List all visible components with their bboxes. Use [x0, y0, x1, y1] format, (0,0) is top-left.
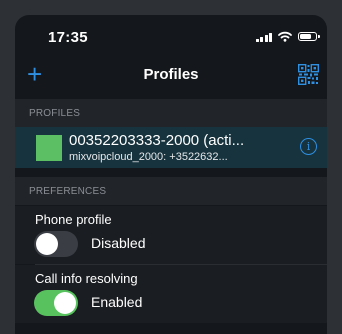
section-title: PROFILES	[29, 108, 81, 119]
call-info-resolving-state: Enabled	[91, 294, 143, 310]
phone-profile-label: Phone profile	[35, 212, 112, 227]
call-info-resolving-toggle[interactable]	[34, 290, 78, 316]
phone-profile-toggle[interactable]	[34, 231, 78, 257]
status-icons	[255, 31, 320, 42]
phone-profile-row: Phone profile Disabled	[15, 206, 327, 264]
battery-icon	[298, 32, 320, 41]
qr-code-icon[interactable]	[298, 64, 319, 85]
wifi-icon	[278, 31, 292, 42]
call-info-resolving-row: Call info resolving Enabled	[15, 265, 327, 323]
page-title: Profiles	[143, 66, 199, 83]
call-info-resolving-label: Call info resolving	[35, 271, 138, 286]
signal-icon	[255, 32, 272, 42]
status-bar: 17:35	[15, 15, 327, 55]
status-time: 17:35	[48, 29, 88, 46]
phone-screen: 17:35 + Profiles PROFILES 00352203333-20…	[15, 15, 327, 334]
phone-profile-state: Disabled	[91, 235, 146, 251]
profile-list-item[interactable]: 00352203333-2000 (acti... mixvoipcloud_2…	[15, 127, 327, 168]
profile-name: 00352203333-2000 (acti...	[69, 132, 245, 149]
profile-subtitle: mixvoipcloud_2000: +3522632...	[69, 151, 228, 163]
toggle-knob	[54, 292, 76, 314]
profiles-section-header: PROFILES	[15, 99, 327, 127]
navigation-bar: + Profiles	[15, 55, 327, 95]
section-title: PREFERENCES	[29, 186, 107, 197]
toggle-knob	[36, 233, 58, 255]
preferences-section-header: PREFERENCES	[15, 177, 327, 205]
profile-color-swatch	[36, 135, 62, 161]
info-icon[interactable]: i	[300, 138, 317, 155]
